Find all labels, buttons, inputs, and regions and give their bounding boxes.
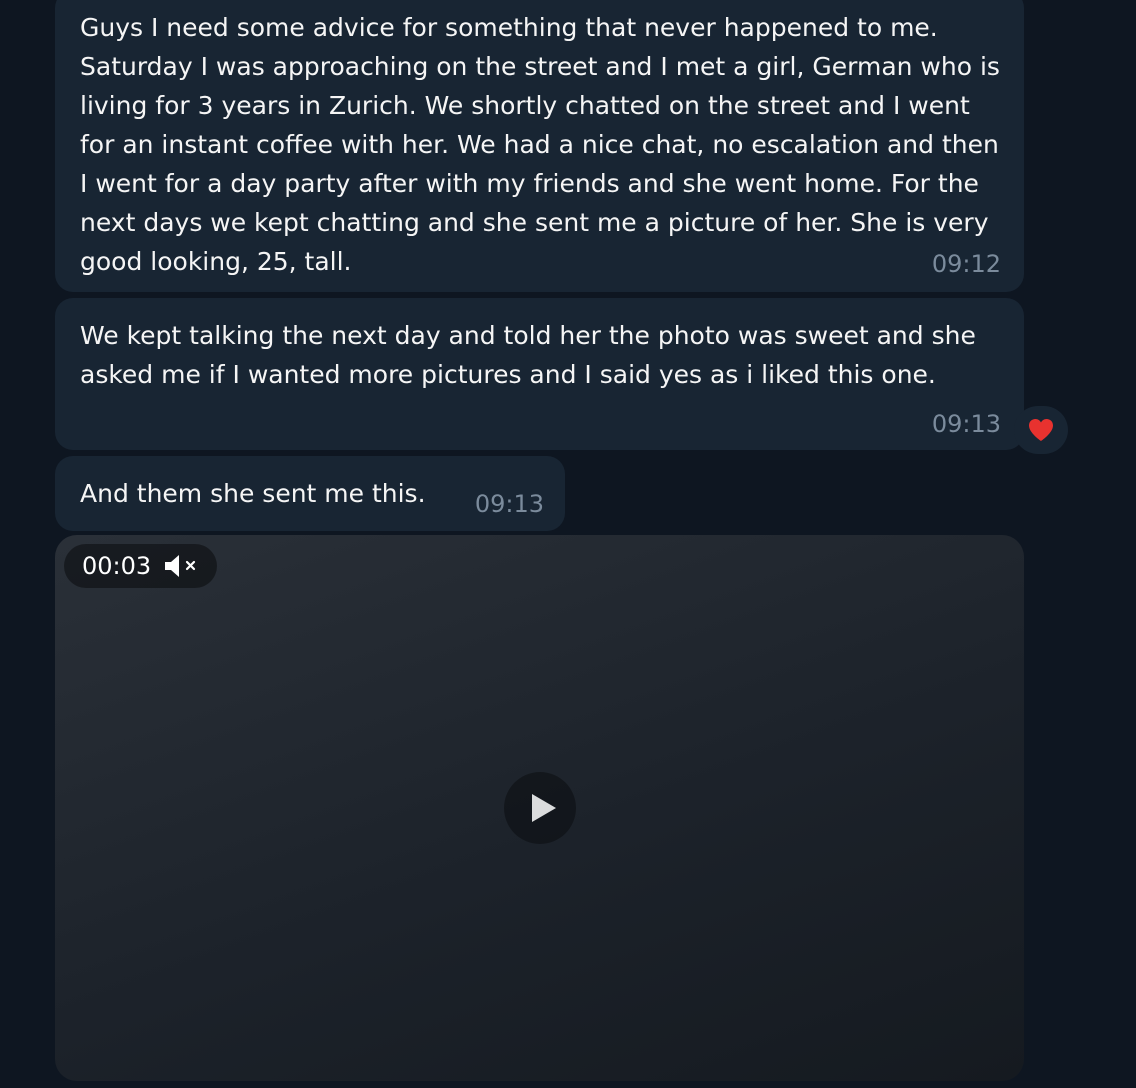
reaction-badge[interactable] <box>1014 406 1068 454</box>
play-icon <box>503 772 576 844</box>
message-text: Guys I need some advice for something th… <box>80 13 1000 276</box>
message-time: 09:12 <box>931 250 1001 278</box>
video-duration: 00:03 <box>82 552 152 580</box>
message-text: We kept talking the next day and told he… <box>80 321 976 389</box>
message-time: 09:13 <box>474 490 544 518</box>
message-bubble[interactable]: And them she sent me this. 09:13 <box>55 456 565 531</box>
heart-icon <box>1029 419 1053 441</box>
message-bubble[interactable]: We kept talking the next day and told he… <box>55 298 1024 450</box>
video-timer-pill[interactable]: 00:03 <box>64 544 218 588</box>
message-bubble[interactable]: Guys I need some advice for something th… <box>55 0 1024 292</box>
video-placeholder <box>55 770 1024 846</box>
video-message[interactable]: 00:03 <box>55 535 1024 1081</box>
speaker-muted-icon[interactable] <box>163 553 199 579</box>
message-time: 09:13 <box>931 410 1001 438</box>
